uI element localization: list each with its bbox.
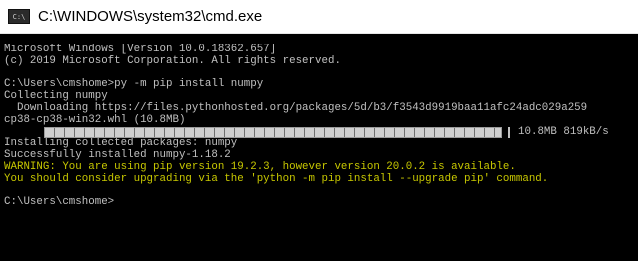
progress-line: 10.8MB 819kB/s bbox=[4, 125, 638, 139]
cmd-window: C:\ C:\WINDOWS\system32\cmd.exe Microsof… bbox=[0, 0, 638, 261]
warning-line: WARNING: You are using pip version 19.2.… bbox=[4, 160, 516, 173]
window-title: C:\WINDOWS\system32\cmd.exe bbox=[38, 8, 263, 25]
upgrade-hint-line: You should consider upgrading via the 'p… bbox=[4, 172, 549, 185]
console-header-copyright: (c) 2019 Microsoft Corporation. All righ… bbox=[4, 54, 341, 67]
cmd-icon-text: C:\ bbox=[12, 12, 26, 21]
download-progress-fill bbox=[45, 127, 501, 137]
download-progress-bar bbox=[44, 126, 502, 138]
cmd-console-icon: C:\ bbox=[8, 9, 30, 24]
title-bar[interactable]: C:\ C:\WINDOWS\system32\cmd.exe bbox=[0, 0, 638, 34]
wheel-line: cp38-cp38-win32.whl (10.8MB) bbox=[4, 113, 186, 126]
console-output[interactable]: Microsoft Windows [Version 10.0.18362.65… bbox=[4, 44, 638, 261]
progress-speed: 819kB/s bbox=[563, 125, 609, 138]
progress-bar-end bbox=[508, 126, 510, 138]
progress-size: 10.8MB bbox=[518, 125, 557, 138]
prompt-line[interactable]: C:\Users\cmshome> bbox=[4, 197, 638, 209]
downloading-line: Downloading https://files.pythonhosted.o… bbox=[4, 101, 588, 114]
